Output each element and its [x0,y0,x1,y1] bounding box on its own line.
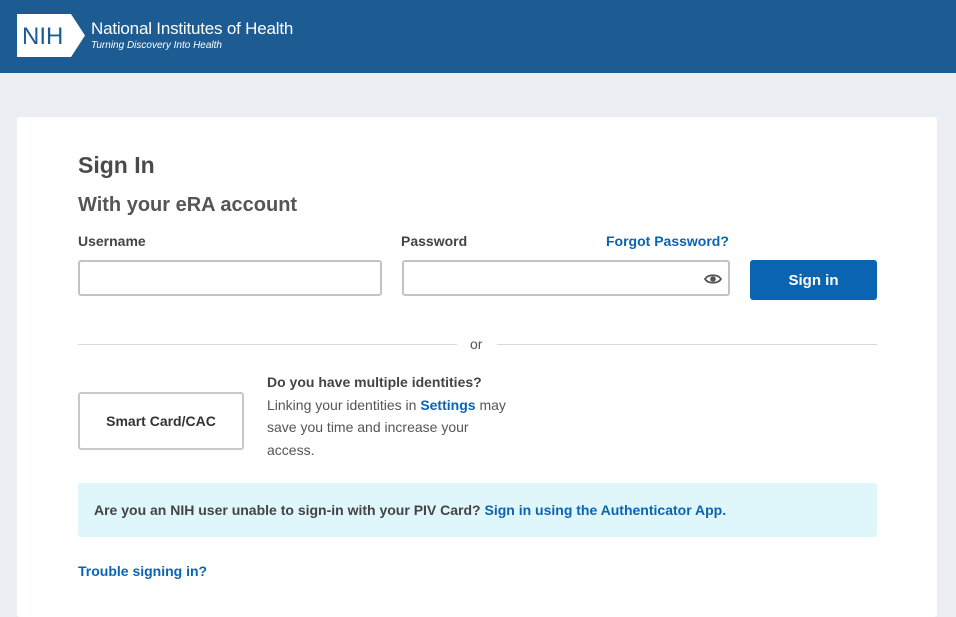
identities-text-before: Linking your identities in [267,396,417,413]
eye-icon[interactable] [703,272,723,286]
username-input[interactable] [78,260,382,296]
username-label: Username [78,233,146,249]
piv-notice: Are you an NIH user unable to sign-in wi… [78,483,877,537]
org-name: National Institutes of Health [91,19,294,38]
identities-info: Do you have multiple identities? Linking… [267,371,507,461]
identities-question: Do you have multiple identities? [267,374,482,390]
divider-left [78,344,457,345]
nih-logo-badge: NIH [17,14,87,57]
page-subtitle: With your eRA account [78,194,298,216]
trouble-signing-in-link[interactable]: Trouble signing in? [78,563,207,579]
nih-logo[interactable]: NIH National Institutes of Health Turnin… [17,14,293,57]
page-title: Sign In [78,152,155,178]
org-tagline: Turning Discovery Into Health [91,40,222,51]
site-header: NIH National Institutes of Health Turnin… [0,0,956,73]
authenticator-app-link[interactable]: Sign in using the Authenticator App. [485,502,727,518]
password-label: Password [401,233,468,249]
password-input[interactable] [402,260,730,296]
piv-question: Are you an NIH user unable to sign-in wi… [94,502,481,518]
settings-link[interactable]: Settings [420,397,475,413]
logo-text: National Institutes of Health Turning Di… [91,19,293,52]
divider-right [497,344,877,345]
nih-logo-abbr: NIH [22,23,63,50]
or-separator: or [470,336,483,352]
signin-card: Sign In With your eRA account Username P… [17,117,937,617]
smart-card-button[interactable]: Smart Card/CAC [78,392,244,450]
sign-in-button[interactable]: Sign in [750,260,877,300]
forgot-password-link[interactable]: Forgot Password? [606,233,729,249]
